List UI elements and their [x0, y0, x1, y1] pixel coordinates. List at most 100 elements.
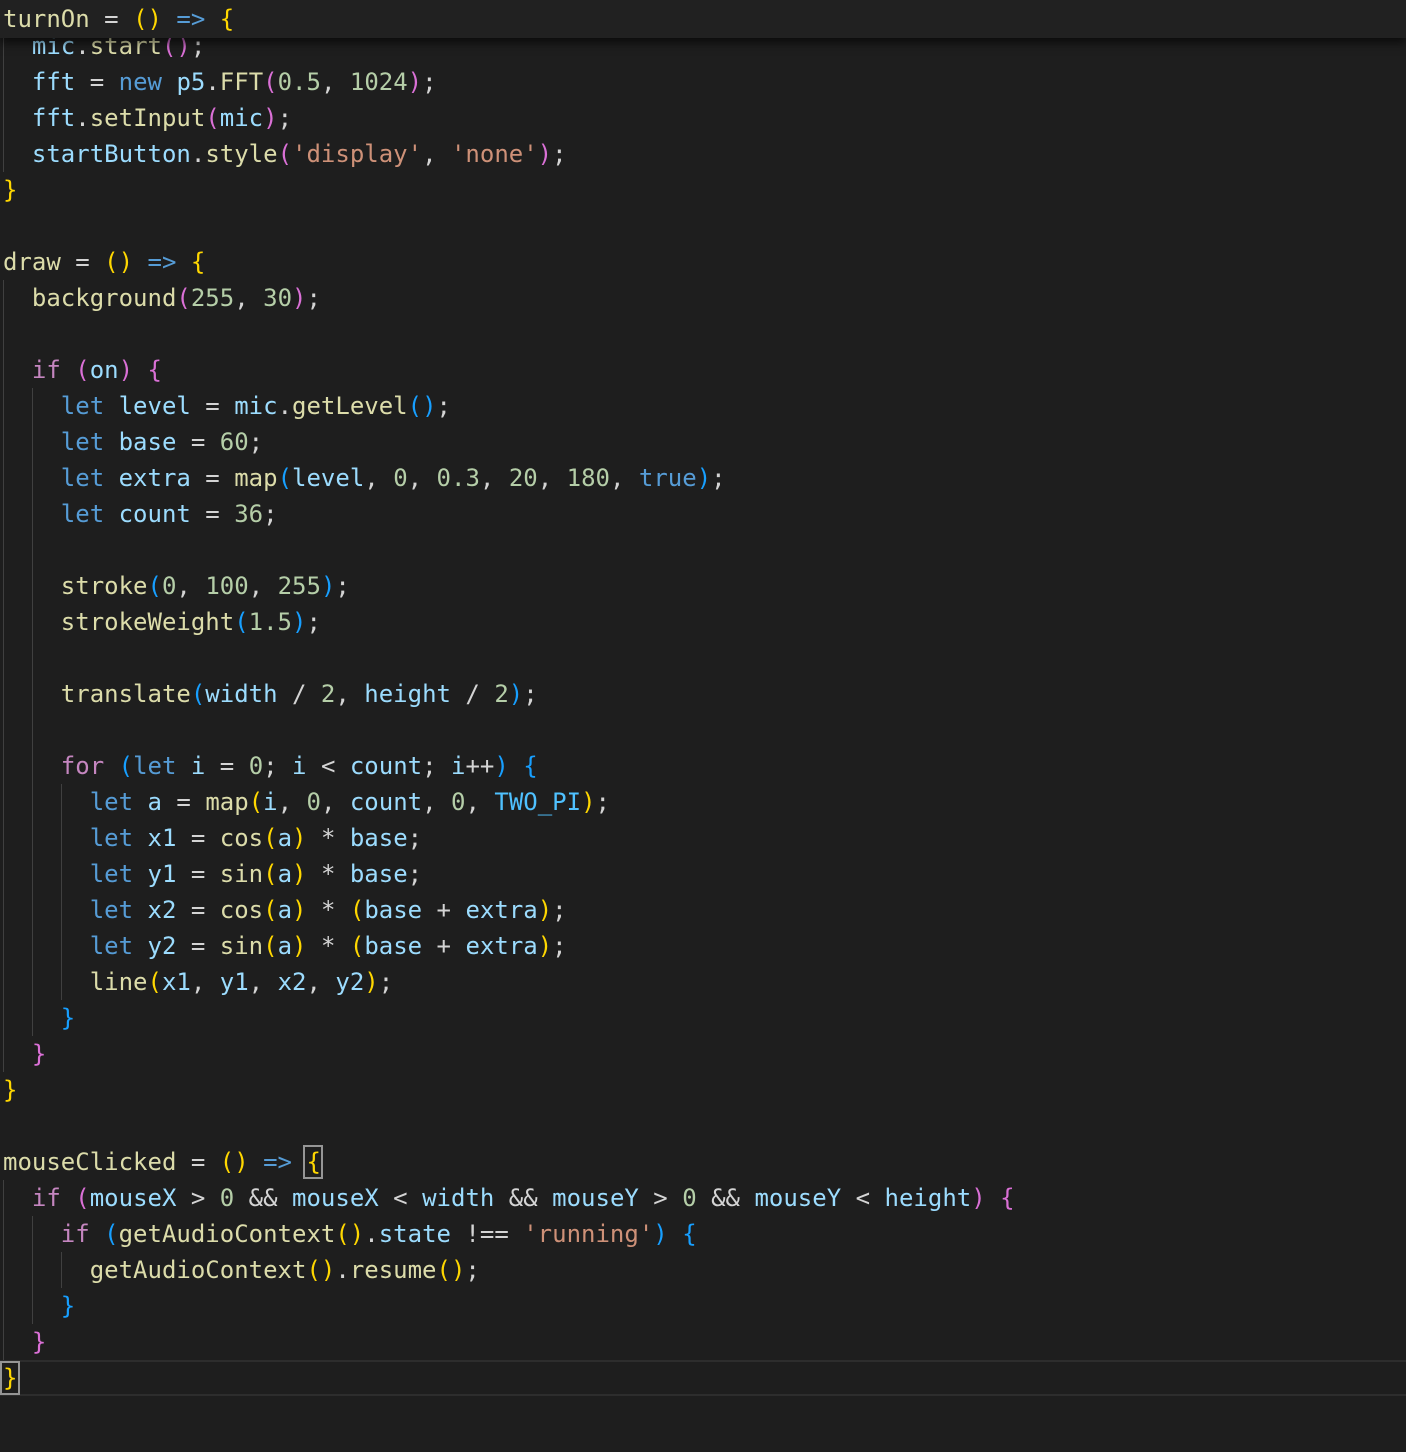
indent-guide: [3, 748, 4, 784]
code-line[interactable]: fft.setInput(mic);: [0, 100, 1406, 136]
code-token: i: [191, 752, 205, 780]
code-line[interactable]: let level = mic.getLevel();: [0, 388, 1406, 424]
code-line[interactable]: if (getAudioContext().state !== 'running…: [0, 1216, 1406, 1252]
indent-guide: [3, 568, 4, 604]
indent-guide: [3, 820, 4, 856]
code-token: i: [292, 752, 306, 780]
code-token: TWO_PI: [494, 788, 581, 816]
code-token: (): [104, 248, 133, 276]
code-token: (): [408, 392, 437, 420]
code-line[interactable]: }: [0, 1360, 1406, 1396]
indent-guide: [3, 604, 4, 640]
code-token: ,: [364, 464, 393, 492]
indent-guide: [61, 1252, 62, 1288]
code-line[interactable]: startButton.style('display', 'none');: [0, 136, 1406, 172]
code-line[interactable]: [0, 532, 1406, 568]
code-line[interactable]: if (on) {: [0, 352, 1406, 388]
code-line[interactable]: [0, 1108, 1406, 1144]
code-line[interactable]: let y2 = sin(a) * (base + extra);: [0, 928, 1406, 964]
code-token: ): [653, 1220, 667, 1248]
code-token: if: [61, 1220, 90, 1248]
code-token: [90, 1220, 104, 1248]
code-token: base: [364, 932, 422, 960]
code-line[interactable]: translate(width / 2, height / 2);: [0, 676, 1406, 712]
code-line[interactable]: }: [0, 1324, 1406, 1360]
code-line[interactable]: strokeWeight(1.5);: [0, 604, 1406, 640]
code-token: x2: [148, 896, 177, 924]
code-token: (: [350, 896, 364, 924]
code-line[interactable]: mouseClicked = () => {: [0, 1144, 1406, 1180]
code-token: let: [90, 824, 133, 852]
code-line[interactable]: [0, 316, 1406, 352]
code-token: *: [307, 860, 350, 888]
code-token: *: [307, 896, 350, 924]
code-area[interactable]: mic.start(); fft = new p5.FFT(0.5, 1024)…: [0, 0, 1406, 1452]
indent-guide: [61, 928, 62, 964]
code-token: y2: [148, 932, 177, 960]
code-token: (: [263, 860, 277, 888]
indent-guide: [3, 1180, 4, 1216]
sticky-line[interactable]: turnOn = () => {: [0, 1, 1406, 38]
code-token: [162, 5, 176, 33]
code-token: ): [538, 896, 552, 924]
indent-guide: [32, 640, 33, 676]
indent-guide: [32, 856, 33, 892]
code-token: [3, 860, 90, 888]
indent-guide: [32, 424, 33, 460]
code-line[interactable]: [0, 208, 1406, 244]
code-line[interactable]: let extra = map(level, 0, 0.3, 20, 180, …: [0, 460, 1406, 496]
code-token: (: [191, 680, 205, 708]
code-line[interactable]: }: [0, 1288, 1406, 1324]
code-line[interactable]: }: [0, 1000, 1406, 1036]
code-line[interactable]: let x2 = cos(a) * (base + extra);: [0, 892, 1406, 928]
code-token: ;: [263, 752, 292, 780]
indent-guide: [3, 640, 4, 676]
indent-guide: [3, 280, 4, 316]
indent-guide: [32, 1252, 33, 1288]
code-editor[interactable]: mic.start(); fft = new p5.FFT(0.5, 1024)…: [0, 0, 1406, 1452]
code-line[interactable]: line(x1, y1, x2, y2);: [0, 964, 1406, 1000]
code-token: ): [292, 824, 306, 852]
code-line[interactable]: getAudioContext().resume();: [0, 1252, 1406, 1288]
code-token: ,: [335, 680, 364, 708]
code-line[interactable]: }: [0, 1072, 1406, 1108]
code-token: (: [75, 1184, 89, 1212]
sticky-scroll-header[interactable]: turnOn = () => {: [0, 0, 1406, 38]
code-line[interactable]: [0, 640, 1406, 676]
code-token: let: [61, 392, 104, 420]
code-line[interactable]: let count = 36;: [0, 496, 1406, 532]
indent-guide: [32, 496, 33, 532]
code-token: ): [971, 1184, 985, 1212]
code-line[interactable]: for (let i = 0; i < count; i++) {: [0, 748, 1406, 784]
code-token: 1024: [350, 68, 408, 96]
code-token: {: [1000, 1184, 1014, 1212]
code-line[interactable]: let base = 60;: [0, 424, 1406, 460]
code-token: [104, 428, 118, 456]
code-token: sin: [220, 860, 263, 888]
code-token: [668, 1220, 682, 1248]
code-token: [133, 248, 147, 276]
code-line[interactable]: }: [0, 1036, 1406, 1072]
code-token: x1: [148, 824, 177, 852]
code-line[interactable]: draw = () => {: [0, 244, 1406, 280]
code-line[interactable]: let a = map(i, 0, count, 0, TWO_PI);: [0, 784, 1406, 820]
indent-guide: [3, 1288, 4, 1324]
code-token: a: [278, 860, 292, 888]
code-token: }: [3, 1364, 17, 1392]
code-line[interactable]: [0, 712, 1406, 748]
code-line[interactable]: let y1 = sin(a) * base;: [0, 856, 1406, 892]
indent-guide: [32, 748, 33, 784]
code-token: [133, 824, 147, 852]
code-token: =: [176, 1148, 219, 1176]
indent-guide: [32, 964, 33, 1000]
code-token: y2: [335, 968, 364, 996]
code-line[interactable]: fft = new p5.FFT(0.5, 1024);: [0, 64, 1406, 100]
indent-guide: [32, 784, 33, 820]
code-line[interactable]: let x1 = cos(a) * base;: [0, 820, 1406, 856]
code-line[interactable]: if (mouseX > 0 && mouseX < width && mous…: [0, 1180, 1406, 1216]
code-line[interactable]: }: [0, 172, 1406, 208]
code-line[interactable]: background(255, 30);: [0, 280, 1406, 316]
code-token: background: [32, 284, 177, 312]
code-token: ,: [321, 68, 350, 96]
code-line[interactable]: stroke(0, 100, 255);: [0, 568, 1406, 604]
